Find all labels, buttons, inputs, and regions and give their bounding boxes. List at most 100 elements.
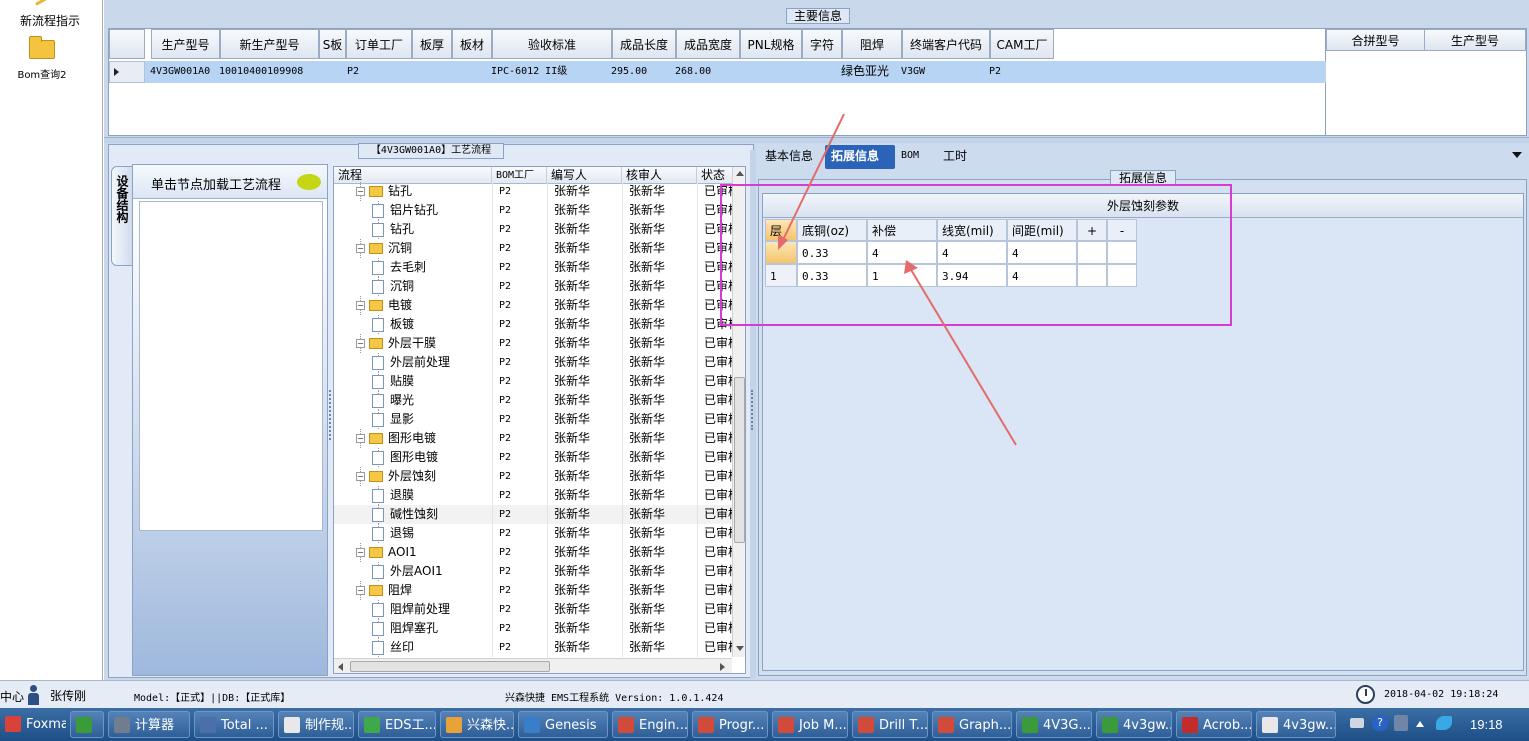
tree-row[interactable]: − 电镀 P2 张新华 张新华 已审核 (334, 296, 737, 315)
status-cell[interactable]: 已审核 (697, 562, 737, 581)
status-cell[interactable]: 已审核 (697, 353, 737, 372)
tree-row[interactable]: 外层前处理 P2 张新华 张新华 已审核 (334, 353, 737, 372)
tree-node[interactable]: − 电镀 (356, 296, 412, 315)
taskbar-clock[interactable]: 19:18 (1470, 717, 1503, 732)
status-cell[interactable]: 已审核 (697, 372, 737, 391)
equipment-tree[interactable] (139, 201, 323, 531)
scroll-thumb[interactable] (350, 661, 550, 672)
factory-cell[interactable]: P2 (492, 448, 547, 467)
tree-row[interactable]: − 外层蚀刻 P2 张新华 张新华 已审核 (334, 467, 737, 486)
tree-row[interactable]: 丝印 P2 张新华 张新华 已审核 (334, 638, 737, 657)
collapse-icon[interactable]: − (356, 472, 365, 481)
collapse-icon[interactable]: − (356, 434, 365, 443)
taskbar-item[interactable]: 制作规... (278, 711, 354, 738)
taskbar-item[interactable]: 兴森快... (440, 711, 514, 738)
writer-cell[interactable]: 张新华 (547, 220, 622, 239)
tree-node[interactable]: 外层前处理 (372, 353, 450, 372)
reviewer-cell[interactable]: 张新华 (622, 258, 697, 277)
status-cell[interactable]: 已审核 (697, 410, 737, 429)
status-cell[interactable]: 已审核 (697, 600, 737, 619)
column-header-width[interactable]: 成品宽度 (676, 29, 740, 59)
writer-cell[interactable]: 张新华 (547, 277, 622, 296)
reviewer-cell[interactable]: 张新华 (622, 391, 697, 410)
taskbar-item[interactable]: Foxmail (0, 711, 66, 738)
tree-row[interactable]: 贴膜 P2 张新华 张新华 已审核 (334, 372, 737, 391)
tree-node[interactable]: − 外层干膜 (356, 334, 436, 353)
factory-cell[interactable]: P2 (492, 581, 547, 600)
tree-node[interactable]: − AOI1 (356, 543, 417, 562)
factory-cell[interactable]: P2 (492, 277, 547, 296)
writer-cell[interactable]: 张新华 (547, 182, 622, 201)
status-cell[interactable]: 已审核 (697, 524, 737, 543)
tree-node[interactable]: 丝印 (372, 638, 414, 657)
tree-row[interactable]: 图形电镀 P2 张新华 张新华 已审核 (334, 448, 737, 467)
factory-cell[interactable]: P2 (492, 410, 547, 429)
column-header-length[interactable]: 成品长度 (612, 29, 676, 59)
reviewer-cell[interactable]: 张新华 (622, 239, 697, 258)
tree-row[interactable]: − AOI1 P2 张新华 张新华 已审核 (334, 543, 737, 562)
taskbar-item[interactable]: 4v3gw... (1256, 711, 1336, 738)
tree-row[interactable]: 曝光 P2 张新华 张新华 已审核 (334, 391, 737, 410)
tree-row[interactable]: 沉铜 P2 张新华 张新华 已审核 (334, 277, 737, 296)
tree-node[interactable]: 沉铜 (372, 277, 414, 296)
reviewer-cell[interactable]: 张新华 (622, 201, 697, 220)
reviewer-cell[interactable]: 张新华 (622, 220, 697, 239)
reviewer-cell[interactable]: 张新华 (622, 619, 697, 638)
tree-node[interactable]: 退膜 (372, 486, 414, 505)
status-cell[interactable]: 已审核 (697, 543, 737, 562)
new-production-model-cell[interactable]: 10010400109908 (215, 61, 314, 82)
writer-cell[interactable]: 张新华 (547, 429, 622, 448)
status-cell[interactable]: 已审核 (697, 619, 737, 638)
s-board-cell[interactable] (314, 61, 341, 82)
status-cell[interactable]: 已审核 (697, 638, 737, 657)
reviewer-cell[interactable]: 张新华 (622, 600, 697, 619)
status-cell[interactable]: 已审核 (697, 581, 737, 600)
status-cell[interactable]: 已审核 (697, 486, 737, 505)
factory-cell[interactable]: P2 (492, 486, 547, 505)
writer-cell[interactable]: 张新华 (547, 505, 622, 524)
factory-cell[interactable]: P2 (492, 239, 547, 258)
tree-row[interactable]: 外层AOI1 P2 张新华 张新华 已审核 (334, 562, 737, 581)
writer-cell[interactable]: 张新华 (547, 372, 622, 391)
length-cell[interactable]: 295.00 (607, 61, 671, 82)
factory-cell[interactable]: P2 (492, 619, 547, 638)
tree-node[interactable]: 阻焊塞孔 (372, 619, 438, 638)
tree-node[interactable]: 外层AOI1 (372, 562, 443, 581)
tree-row[interactable]: − 沉铜 P2 张新华 张新华 已审核 (334, 239, 737, 258)
bom-query-launcher[interactable]: Bom查询2 (0, 36, 92, 84)
column-header-cam-factory[interactable]: CAM工厂 (990, 29, 1054, 59)
reviewer-cell[interactable]: 张新华 (622, 638, 697, 657)
writer-cell[interactable]: 张新华 (547, 410, 622, 429)
status-cell[interactable]: 已审核 (697, 391, 737, 410)
column-header-material[interactable]: 板材 (452, 29, 492, 59)
column-header-solder-mask[interactable]: 阻焊 (842, 29, 902, 59)
factory-cell[interactable]: P2 (492, 201, 547, 220)
char-cell[interactable] (797, 61, 837, 82)
writer-cell[interactable]: 张新华 (547, 619, 622, 638)
production-model-cell[interactable]: 4V3GW001A0 (146, 61, 215, 82)
factory-cell[interactable]: P2 (492, 600, 547, 619)
reviewer-cell[interactable]: 张新华 (622, 296, 697, 315)
tree-row[interactable]: 板镀 P2 张新华 张新华 已审核 (334, 315, 737, 334)
factory-cell[interactable]: P2 (492, 334, 547, 353)
reviewer-cell[interactable]: 张新华 (622, 467, 697, 486)
new-process-launcher[interactable]: 新流程指示 (0, 0, 100, 30)
taskbar-item[interactable]: Total ... (194, 711, 274, 738)
factory-cell[interactable]: P2 (492, 467, 547, 486)
factory-cell[interactable]: P2 (492, 524, 547, 543)
writer-cell[interactable]: 张新华 (547, 258, 622, 277)
factory-cell[interactable]: P2 (492, 353, 547, 372)
reviewer-cell[interactable]: 张新华 (622, 486, 697, 505)
collapse-icon[interactable]: − (356, 339, 365, 348)
column-header-standard[interactable]: 验收标准 (492, 29, 612, 59)
tree-row[interactable]: 阻焊前处理 P2 张新华 张新华 已审核 (334, 600, 737, 619)
writer-cell[interactable]: 张新华 (547, 201, 622, 220)
writer-cell[interactable]: 张新华 (547, 600, 622, 619)
reviewer-cell[interactable]: 张新华 (622, 372, 697, 391)
help-icon[interactable]: ? (1372, 715, 1388, 731)
pnl-cell[interactable] (735, 61, 797, 82)
factory-cell[interactable]: P2 (492, 315, 547, 334)
taskbar-item[interactable]: Progr... (692, 711, 768, 738)
cam-factory-cell[interactable]: P2 (985, 61, 1049, 82)
tree-row[interactable]: 碱性蚀刻 P2 张新华 张新华 已审核 (334, 505, 737, 524)
